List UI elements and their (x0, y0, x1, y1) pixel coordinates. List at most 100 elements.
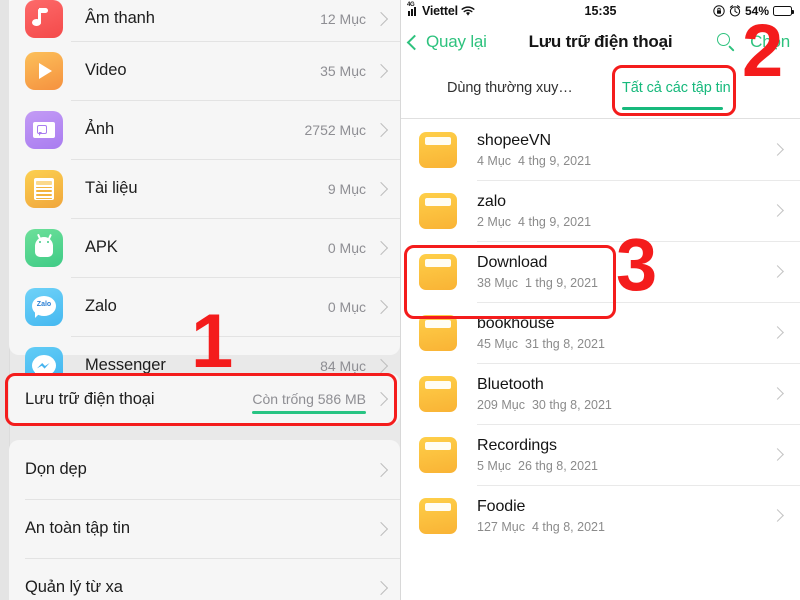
folder-date: 30 thg 8, 2021 (531, 398, 612, 412)
file-list: shopeeVN 4 Mục 4 thg 9, 2021 zalo 2 Mục 4 … (401, 119, 800, 546)
chevron-right-icon (373, 181, 389, 196)
photo-icon (25, 110, 63, 149)
folder-name: Foodie (477, 498, 526, 515)
music-note-icon (25, 0, 63, 38)
folder-meta: 2 Mục 4 thg 9, 2021 (477, 215, 773, 229)
category-count: 84 Mục (320, 357, 366, 374)
folder-icon (419, 375, 457, 412)
document-icon (25, 169, 63, 208)
right-phone-screen: 4G Viettel 15:35 54% Quay lại Lưu trữ đi… (400, 0, 800, 600)
tab-frequently-used[interactable]: Dùng thường xuy… (447, 80, 573, 96)
folder-meta: 5 Mục 26 thg 8, 2021 (477, 459, 773, 473)
category-row-anh[interactable]: Ảnh 2752 Mục (9, 100, 400, 159)
chevron-right-icon (373, 122, 389, 137)
file-row-foodie[interactable]: Foodie 127 Mục 4 thg 8, 2021 (401, 485, 800, 546)
back-button[interactable]: Quay lại (406, 32, 487, 52)
folder-name: Bluetooth (477, 376, 544, 393)
category-label: Tài liệu (85, 179, 138, 197)
file-row-download[interactable]: Download 38 Mục 1 thg 9, 2021 (401, 241, 800, 302)
folder-meta: 38 Mục 1 thg 9, 2021 (477, 276, 773, 290)
folder-item-count: 5 Mục (477, 459, 512, 473)
screenshot-root: Âm thanh 12 Mục Video 35 Mục Ảnh 2752 Mụ… (0, 0, 800, 600)
chevron-right-icon (771, 387, 784, 400)
chevron-right-icon (373, 358, 389, 373)
folder-item-count: 38 Mục (477, 276, 518, 290)
file-row-recordings[interactable]: Recordings 5 Mục 26 thg 8, 2021 (401, 424, 800, 485)
folder-name: zalo (477, 193, 506, 210)
storage-row[interactable]: Lưu trữ điện thoại Còn trống 586 MB (9, 373, 400, 425)
rotation-lock-icon (713, 5, 725, 17)
category-row-am-thanh[interactable]: Âm thanh 12 Mục (9, 0, 400, 41)
signal-bars-icon: 4G (407, 2, 419, 16)
folder-icon (419, 314, 457, 351)
folder-date: 4 thg 8, 2021 (531, 520, 605, 534)
tool-label: An toàn tập tin (25, 519, 130, 537)
status-bar: 4G Viettel 15:35 54% (401, 0, 800, 22)
chevron-right-icon (373, 391, 389, 407)
folder-icon (419, 192, 457, 229)
folder-name: bookhouse (477, 315, 555, 332)
folder-meta: 127 Mục 4 thg 8, 2021 (477, 520, 773, 534)
tools-list-card: Dọn dẹp An toàn tập tin Quản lý từ xa (9, 440, 400, 600)
chevron-right-icon (771, 448, 784, 461)
active-tab-underline (622, 107, 723, 110)
chevron-right-icon (771, 509, 784, 522)
folder-name: Recordings (477, 437, 557, 454)
category-count: 35 Mục (320, 62, 366, 79)
folder-icon (419, 497, 457, 534)
category-row-video[interactable]: Video 35 Mục (9, 41, 400, 100)
battery-icon (773, 6, 794, 16)
android-apk-icon (25, 228, 63, 267)
storage-free-value: Còn trống 586 MB (252, 391, 366, 414)
category-row-zalo[interactable]: Zalo Zalo 0 Mục (9, 277, 400, 336)
chevron-right-icon (373, 11, 389, 26)
file-row-bluetooth[interactable]: Bluetooth 209 Mục 30 thg 8, 2021 (401, 363, 800, 424)
folder-icon (419, 253, 457, 290)
folder-meta: 4 Mục 4 thg 9, 2021 (477, 154, 773, 168)
phone-storage-card[interactable]: Lưu trữ điện thoại Còn trống 586 MB (9, 373, 400, 425)
tool-row-an-toan-tap-tin[interactable]: An toàn tập tin (9, 499, 400, 558)
folder-icon (419, 131, 457, 168)
folder-date: 4 thg 9, 2021 (518, 154, 592, 168)
category-row-apk[interactable]: APK 0 Mục (9, 218, 400, 277)
file-row-shopeevn[interactable]: shopeeVN 4 Mục 4 thg 9, 2021 (401, 119, 800, 180)
tab-bar: Dùng thường xuy… Tất cả các tập tin (401, 62, 800, 119)
folder-item-count: 127 Mục (477, 520, 525, 534)
wifi-icon (461, 5, 475, 16)
chevron-right-icon (771, 326, 784, 339)
chevron-right-icon (373, 299, 389, 314)
folder-item-count: 45 Mục (477, 337, 518, 351)
tool-row-don-dep[interactable]: Dọn dẹp (9, 440, 400, 499)
storage-meter-bar (252, 411, 366, 414)
navigation-bar: Quay lại Lưu trữ điện thoại Chọn (401, 22, 800, 62)
chevron-left-icon (406, 34, 423, 50)
category-count: 0 Mục (327, 298, 366, 315)
folder-item-count: 209 Mục (477, 398, 525, 412)
search-icon[interactable] (717, 32, 736, 52)
video-play-icon (25, 51, 63, 90)
category-count: 2752 Mục (304, 121, 366, 138)
folder-name: Download (477, 254, 548, 271)
tool-label: Dọn dẹp (25, 460, 87, 478)
storage-label: Lưu trữ điện thoại (25, 389, 155, 408)
folder-item-count: 2 Mục (477, 215, 512, 229)
file-row-bookhouse[interactable]: bookhouse 45 Mục 31 thg 8, 2021 (401, 302, 800, 363)
file-row-text: shopeeVN 4 Mục 4 thg 9, 2021 (477, 131, 773, 168)
tab-all-files[interactable]: Tất cả các tập tin (622, 80, 731, 96)
carrier-label: Viettel (422, 4, 458, 18)
tool-label: Quản lý từ xa (25, 578, 123, 596)
storage-free-text: Còn trống 586 MB (252, 391, 366, 407)
file-row-text: Bluetooth 209 Mục 30 thg 8, 2021 (477, 375, 773, 412)
chevron-right-icon (373, 580, 389, 595)
select-button[interactable]: Chọn (750, 32, 790, 52)
messenger-bolt-glyph (37, 362, 50, 369)
folder-date: 4 thg 9, 2021 (518, 215, 592, 229)
category-row-tai-lieu[interactable]: Tài liệu 9 Mục (9, 159, 400, 218)
folder-item-count: 4 Mục (477, 154, 512, 168)
chevron-right-icon (373, 63, 389, 78)
tool-row-quan-ly-tu-xa[interactable]: Quản lý từ xa (9, 558, 400, 600)
file-row-zalo[interactable]: zalo 2 Mục 4 thg 9, 2021 (401, 180, 800, 241)
category-label: Zalo (85, 297, 117, 315)
category-label: APK (85, 238, 118, 256)
folder-date: 31 thg 8, 2021 (525, 337, 605, 351)
